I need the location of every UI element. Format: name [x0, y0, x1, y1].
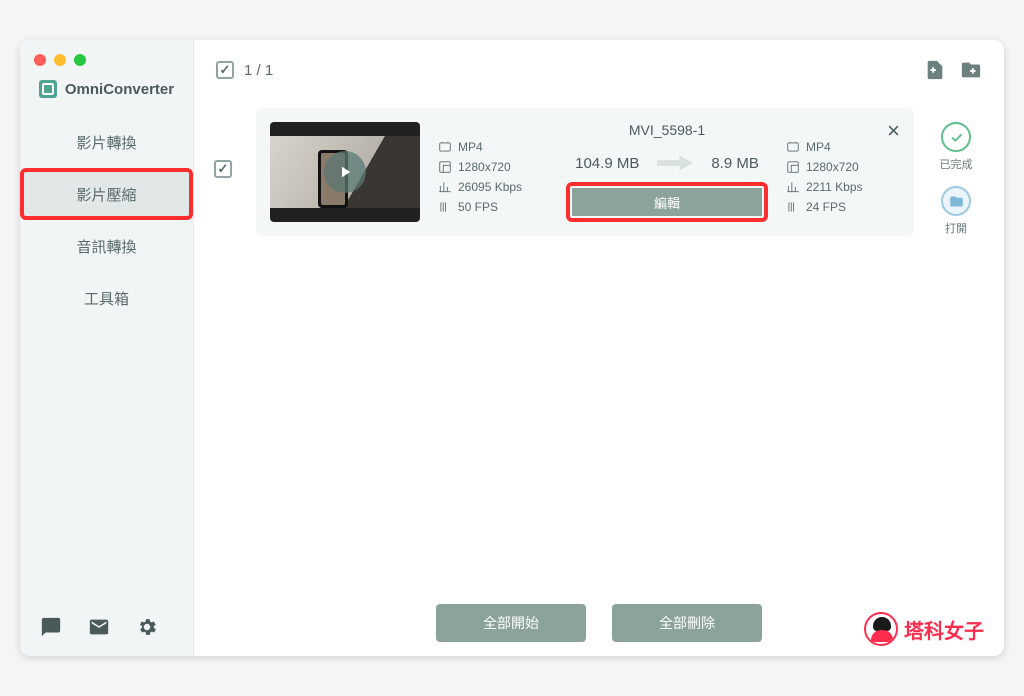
target-bitrate: 2211 Kbps: [806, 180, 863, 194]
start-all-button[interactable]: 全部開始: [436, 604, 586, 642]
file-middle: MVI_5598-1 104.9 MB 8.9 MB 編輯: [566, 122, 768, 222]
source-bitrate: 26095 Kbps: [458, 180, 522, 194]
app-logo-icon: [39, 80, 57, 98]
selection-counter: 1 / 1: [244, 62, 273, 79]
mail-icon[interactable]: [88, 616, 110, 638]
sidebar-item-video-convert[interactable]: 影片轉換: [20, 116, 193, 168]
sidebar-item-video-compress[interactable]: 影片壓縮: [20, 168, 193, 220]
source-meta: MP4 1280x720 26095 Kbps 50 FPS: [438, 122, 548, 222]
target-resolution: 1280x720: [806, 160, 859, 174]
edit-button[interactable]: 編輯: [572, 188, 762, 216]
play-icon: [324, 151, 366, 193]
start-all-label: 全部開始: [483, 615, 539, 631]
target-format: MP4: [806, 140, 831, 154]
edit-highlight: 編輯: [566, 182, 768, 222]
main-area: 1 / 1 × MP4 1280x720: [194, 40, 1004, 656]
nav-label: 音訊轉換: [76, 236, 136, 257]
maximize-window-button[interactable]: [74, 54, 86, 66]
file-card: × MP4 1280x720 26095 Kbps 50 FPS MVI_559…: [256, 108, 914, 236]
settings-icon[interactable]: [136, 616, 158, 638]
delete-all-label: 全部刪除: [659, 615, 715, 631]
row-checkbox[interactable]: [214, 160, 232, 178]
check-circle-icon: [941, 122, 971, 152]
source-resolution: 1280x720: [458, 160, 511, 174]
nav-label: 工具箱: [84, 288, 129, 309]
source-format: MP4: [458, 140, 483, 154]
watermark-avatar-icon: [864, 612, 898, 646]
delete-all-button[interactable]: 全部刪除: [612, 604, 762, 642]
feedback-icon[interactable]: [40, 616, 62, 638]
window-controls: [34, 54, 86, 66]
open-action[interactable]: 打開: [941, 186, 971, 236]
size-before: 104.9 MB: [575, 155, 639, 172]
side-actions: 已完成 打開: [928, 108, 984, 236]
sidebar-nav: 影片轉換 影片壓縮 音訊轉換 工具箱: [20, 116, 193, 324]
app-window: OmniConverter 影片轉換 影片壓縮 音訊轉換 工具箱 1 / 1: [20, 40, 1004, 656]
topbar: 1 / 1: [194, 40, 1004, 100]
nav-label: 影片轉換: [76, 132, 136, 153]
target-meta: MP4 1280x720 2211 Kbps 24 FPS: [786, 122, 896, 222]
video-thumbnail[interactable]: [270, 122, 420, 222]
watermark-badge: 塔科女子: [864, 612, 984, 646]
sidebar-footer: [20, 598, 193, 656]
done-label: 已完成: [940, 156, 973, 172]
source-fps: 50 FPS: [458, 200, 498, 214]
nav-label: 影片壓縮: [76, 184, 136, 205]
add-file-icon[interactable]: [924, 59, 946, 81]
add-folder-icon[interactable]: [960, 59, 982, 81]
arrow-right-icon: [657, 154, 693, 172]
watermark-text: 塔科女子: [904, 615, 984, 644]
app-name: OmniConverter: [65, 81, 174, 98]
edit-label: 編輯: [654, 193, 680, 212]
sidebar-item-toolbox[interactable]: 工具箱: [20, 272, 193, 324]
open-label: 打開: [945, 220, 967, 236]
sidebar-item-audio-convert[interactable]: 音訊轉換: [20, 220, 193, 272]
sidebar: OmniConverter 影片轉換 影片壓縮 音訊轉換 工具箱: [20, 40, 194, 656]
file-name: MVI_5598-1: [629, 122, 705, 138]
remove-file-button[interactable]: ×: [887, 118, 900, 144]
folder-circle-icon: [941, 186, 971, 216]
file-list: × MP4 1280x720 26095 Kbps 50 FPS MVI_559…: [194, 100, 1004, 656]
close-window-button[interactable]: [34, 54, 46, 66]
target-fps: 24 FPS: [806, 200, 846, 214]
size-comparison: 104.9 MB 8.9 MB: [575, 154, 759, 172]
minimize-window-button[interactable]: [54, 54, 66, 66]
done-action[interactable]: 已完成: [940, 122, 973, 172]
select-all-checkbox[interactable]: [216, 61, 234, 79]
app-brand: OmniConverter: [20, 40, 193, 116]
size-after: 8.9 MB: [711, 155, 759, 172]
